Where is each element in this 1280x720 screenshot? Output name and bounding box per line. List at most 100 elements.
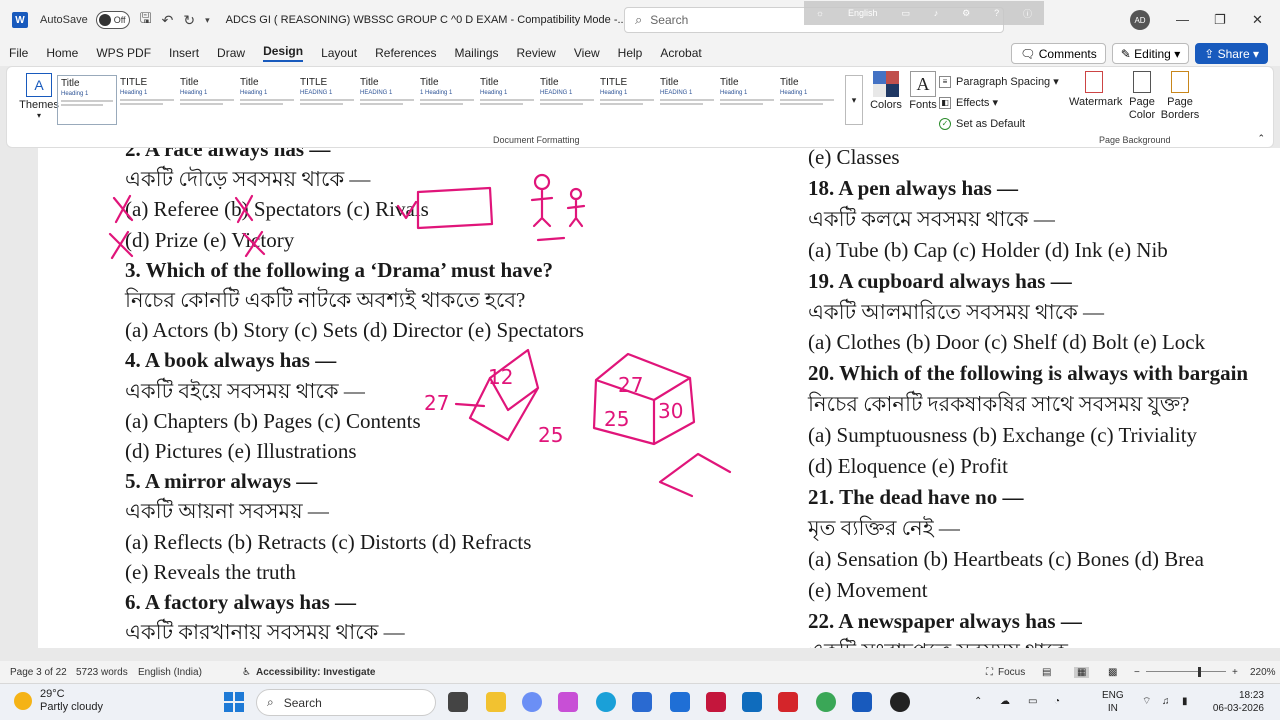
todo-icon[interactable] (522, 692, 542, 712)
menu-item-wps-pdf[interactable]: WPS PDF (87, 40, 160, 66)
app-icon-a[interactable] (670, 692, 690, 712)
battery-icon[interactable]: ▮ (1182, 695, 1188, 708)
close-icon[interactable]: ✕ (1252, 12, 1263, 28)
info-icon[interactable]: ⓘ (1023, 7, 1032, 20)
style-set-thumbnail[interactable]: Title HEADING 1 (537, 75, 597, 125)
watermark-button[interactable]: Watermark (1069, 71, 1122, 109)
volume-icon[interactable]: ♫ (1162, 695, 1170, 708)
task-view-icon[interactable] (448, 692, 468, 712)
search-icon: ⌕ (635, 12, 643, 27)
editing-button[interactable]: ✎ Editing ▾ (1111, 43, 1190, 64)
undo-icon[interactable]: ↶ (162, 12, 174, 29)
redo-icon[interactable]: ↻ (183, 12, 195, 29)
comments-button[interactable]: 🗨 Comments (1011, 43, 1106, 64)
restore-icon[interactable]: ❐ (1214, 12, 1226, 28)
chevron-up-icon[interactable]: ⌃ (974, 695, 982, 708)
toolbar-language[interactable]: English (848, 8, 878, 18)
minimize-icon[interactable]: — (1176, 12, 1189, 27)
obs-icon[interactable] (890, 692, 910, 712)
style-set-thumbnail[interactable]: TITLE HEADING 1 (297, 75, 357, 125)
edge-icon[interactable] (596, 692, 616, 712)
web-layout-icon[interactable]: ▩ (1108, 667, 1117, 678)
settings-icon[interactable]: ⚙ (962, 8, 970, 19)
file-explorer-icon[interactable] (486, 692, 506, 712)
customize-toolbar-icon[interactable]: ▾ (205, 15, 210, 26)
themes-button[interactable]: A Themes ▾ (19, 73, 59, 120)
style-set-thumbnail[interactable]: TITLE Heading 1 (117, 75, 177, 125)
keyboard-icon[interactable]: ▭ (901, 8, 910, 19)
fonts-label: Fonts (909, 99, 937, 111)
read-mode-icon[interactable]: ▤ (1042, 667, 1051, 678)
style-set-thumbnail[interactable]: Title Heading 1 (717, 75, 777, 125)
floating-input-toolbar[interactable]: ☼ English ▭ ♪ ⚙ ? ⓘ (804, 1, 1044, 25)
style-set-thumbnail[interactable]: Title Heading 1 (57, 75, 117, 125)
colors-button[interactable]: Colors (869, 71, 903, 111)
gallery-more-button[interactable]: ▾ (845, 75, 863, 125)
mcafee-icon[interactable] (706, 692, 726, 712)
menu-item-insert[interactable]: Insert (160, 40, 208, 66)
style-set-thumbnail[interactable]: Title HEADING 1 (657, 75, 717, 125)
avatar[interactable]: AD (1130, 10, 1150, 30)
mic-icon[interactable]: ♪ (934, 8, 939, 18)
style-set-thumbnail[interactable]: Title Heading 1 (777, 75, 837, 125)
menu-item-view[interactable]: View (565, 40, 609, 66)
onedrive-icon[interactable]: ☁ (1000, 695, 1010, 708)
accessibility-status[interactable]: Accessibility: Investigate (256, 667, 376, 678)
language-status[interactable]: English (India) (138, 667, 202, 678)
zoom-level[interactable]: 220% (1250, 667, 1276, 678)
document-page[interactable]: 2. A race always has — একটি দৌড়ে সবসময় … (38, 148, 1280, 648)
menu-item-mailings[interactable]: Mailings (445, 40, 507, 66)
style-set-thumbnail[interactable]: Title Heading 1 (177, 75, 237, 125)
share-button[interactable]: ⇪ Share ▾ (1195, 43, 1268, 64)
wps-icon[interactable] (778, 692, 798, 712)
outlook-icon[interactable] (742, 692, 762, 712)
fonts-button[interactable]: A Fonts (907, 71, 939, 111)
taskbar-search[interactable]: ⌕ Search (256, 689, 436, 716)
zoom-out-icon[interactable]: − (1134, 667, 1140, 678)
effects-button[interactable]: ◧ Effects ▾ (939, 92, 1069, 113)
style-set-thumbnail[interactable]: Title HEADING 1 (357, 75, 417, 125)
menu-item-layout[interactable]: Layout (312, 40, 366, 66)
word-taskbar-icon[interactable] (852, 692, 872, 712)
print-layout-icon[interactable]: ▦ (1074, 666, 1090, 678)
tray-app-icon[interactable]: ▭ (1028, 695, 1037, 708)
zoom-in-icon[interactable]: + (1232, 667, 1238, 678)
language-indicator[interactable]: ENG IN (1102, 689, 1124, 715)
autosave-toggle[interactable]: Off (95, 11, 130, 29)
tray-icon-3[interactable]: ◔ (1054, 695, 1060, 708)
paragraph-spacing-button[interactable]: ≡ Paragraph Spacing ▾ (939, 71, 1069, 92)
menu-item-draw[interactable]: Draw (208, 40, 254, 66)
zoom-slider-thumb[interactable] (1198, 667, 1201, 677)
menu-item-references[interactable]: References (366, 40, 445, 66)
weather-widget[interactable]: 29°C Partly cloudy (14, 688, 103, 714)
wifi-icon[interactable]: ⌔ (1142, 695, 1151, 708)
clock[interactable]: 18:23 06-03-2026 (1204, 689, 1264, 715)
page-count[interactable]: Page 3 of 22 (10, 667, 67, 678)
store-icon[interactable] (632, 692, 652, 712)
word-count[interactable]: 5723 words (76, 667, 128, 678)
style-set-thumbnail[interactable]: Title Heading 1 (477, 75, 537, 125)
set-default-button[interactable]: ✓ Set as Default (939, 113, 1069, 134)
menu-item-file[interactable]: File (0, 40, 37, 66)
collapse-ribbon-icon[interactable]: ⌃ (1257, 133, 1265, 144)
style-set-thumbnail[interactable]: Title Heading 1 (237, 75, 297, 125)
style-set-thumbnail[interactable]: TITLE Heading 1 (597, 75, 657, 125)
menu-item-acrobat[interactable]: Acrobat (651, 40, 710, 66)
menu-item-help[interactable]: Help (609, 40, 652, 66)
style-set-thumbnail[interactable]: Title 1 Heading 1 (417, 75, 477, 125)
menu-item-review[interactable]: Review (508, 40, 565, 66)
zoom-slider[interactable] (1146, 671, 1226, 672)
save-icon[interactable]: 🖫 (140, 8, 152, 32)
help-icon[interactable]: ? (994, 8, 999, 18)
document-area[interactable]: 2. A race always has — একটি দৌড়ে সবসময় … (0, 148, 1280, 661)
menu-item-label: Design (263, 44, 304, 62)
autosave-state: Off (113, 15, 126, 25)
menu-item-home[interactable]: Home (37, 40, 87, 66)
copilot-icon[interactable] (558, 692, 578, 712)
chrome-icon[interactable] (816, 692, 836, 712)
start-button[interactable] (224, 692, 244, 712)
focus-button[interactable]: Focus (998, 667, 1025, 678)
menu-item-design[interactable]: Design (254, 40, 312, 66)
style-thumb-title: Title (180, 77, 199, 88)
page-borders-button[interactable]: Page Borders (1155, 71, 1205, 122)
